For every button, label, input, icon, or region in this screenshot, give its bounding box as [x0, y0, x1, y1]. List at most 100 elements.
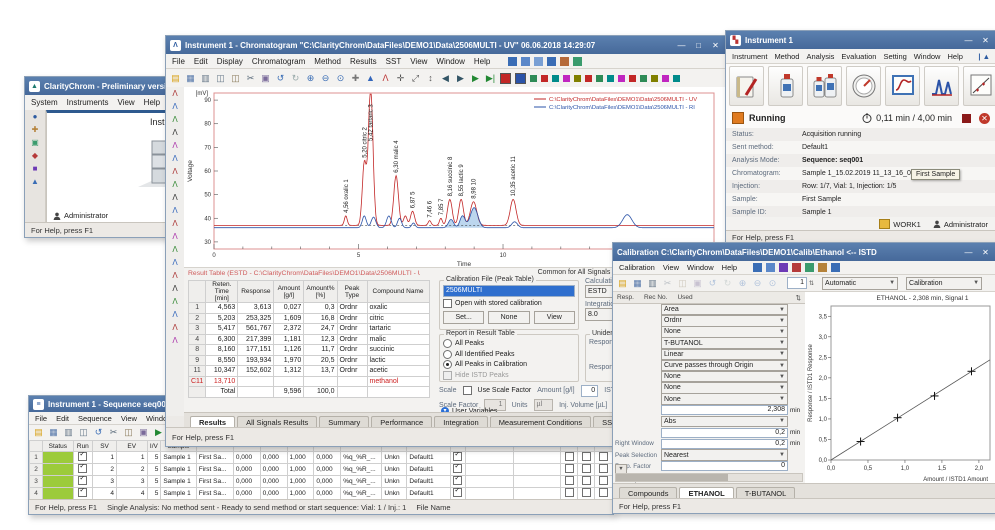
sequence-row[interactable]: 3335Sample 1First Sa...0,0000,0001,0000,… [30, 476, 613, 488]
menu-analysis[interactable]: Analysis [806, 52, 834, 61]
trace-color-swatch[interactable] [541, 75, 548, 82]
peak-tool-icon[interactable]: Λ [169, 127, 182, 139]
menu-method[interactable]: Method [314, 57, 341, 66]
minimize-button[interactable]: — [962, 248, 975, 257]
menu-view[interactable]: View [663, 263, 679, 272]
calibration-select[interactable]: Abs▼ [661, 416, 788, 428]
menu-window[interactable]: Window [436, 57, 464, 66]
export-icon[interactable] [547, 57, 556, 66]
peak-tool-icon[interactable]: Λ [169, 140, 182, 152]
undo-icon[interactable]: ↺ [706, 277, 719, 290]
result-row[interactable]: 35,417561,7672,37224,7Ordnrtartaric [189, 324, 430, 335]
trace-color-swatch[interactable] [629, 75, 636, 82]
undo-icon[interactable]: ↺ [92, 426, 105, 439]
peak-tool-icon[interactable]: Λ [169, 166, 182, 178]
calibration-icon[interactable] [963, 66, 995, 106]
calibration-select[interactable]: None▼ [661, 326, 788, 338]
menu-edit[interactable]: Edit [194, 57, 208, 66]
calibration-select[interactable]: None▼ [661, 393, 788, 405]
print-icon[interactable]: ▥ [646, 277, 659, 290]
project-indicator[interactable]: WORK1 [879, 219, 921, 229]
sequence-table[interactable]: StatusRunSVEVI/VSample1115Sample 1First … [29, 440, 613, 500]
menu-edit[interactable]: Edit [56, 414, 69, 423]
calibration-select[interactable]: Curve passes through Origin▼ [661, 360, 788, 372]
save-icon[interactable]: ▦ [184, 72, 197, 85]
sequence-column-header[interactable]: I/V [147, 441, 161, 452]
ri-signal-icon[interactable] [521, 57, 530, 66]
peak-tool-icon[interactable]: Λ [169, 192, 182, 204]
calibration-select[interactable]: Area▼ [661, 304, 788, 316]
sequence-column-header[interactable]: Run [73, 441, 92, 452]
instrument-title-bar[interactable]: ▚ Instrument 1 — ✕ [726, 31, 995, 49]
row-checkbox[interactable] [453, 452, 462, 461]
result-row[interactable]: 14,5633,6130,0270,3Ordnroxalic [189, 303, 430, 314]
result-row[interactable]: Total9,596100,0 [189, 387, 430, 398]
close-button[interactable]: ✕ [979, 36, 992, 45]
trace-color-swatch[interactable] [585, 75, 592, 82]
trace-color-swatch[interactable] [662, 75, 669, 82]
minimize-button[interactable]: — [962, 36, 975, 45]
tools-icon[interactable]: ◆ [29, 150, 42, 162]
copy-icon[interactable]: ◫ [122, 426, 135, 439]
calibration-input[interactable]: 2,308 [661, 405, 788, 415]
fit-icon[interactable]: ⤢ [409, 72, 422, 85]
menu-view[interactable]: View [121, 414, 137, 423]
maximize-button[interactable]: □ [692, 41, 705, 50]
peak-tool-icon[interactable]: Λ [169, 309, 182, 321]
calibration-input[interactable]: 0 [661, 461, 788, 471]
calibration-input[interactable]: 0,2 [661, 428, 788, 438]
sequence-row[interactable]: 2225Sample 1First Sa...0,0000,0001,0000,… [30, 464, 613, 476]
user-indicator[interactable]: Administrator [933, 220, 988, 229]
minimize-button[interactable]: — [675, 41, 688, 50]
menu-window[interactable]: Window [687, 263, 714, 272]
menu-system[interactable]: System [31, 98, 58, 107]
uv-signal-icon[interactable] [508, 57, 517, 66]
zoom-out-icon[interactable]: ⊖ [319, 72, 332, 85]
trace-color-swatch[interactable] [563, 75, 570, 82]
peak-tool-icon[interactable]: Λ [169, 114, 182, 126]
trace-color-swatch[interactable] [651, 75, 658, 82]
peak-tool-icon[interactable]: Λ [169, 179, 182, 191]
peak-tool-icon[interactable]: Λ [169, 296, 182, 308]
open-folder-icon[interactable]: ▤ [32, 426, 45, 439]
option-checkbox[interactable] [582, 464, 591, 473]
save-icon[interactable]: ▦ [47, 426, 60, 439]
hide-istd-checkbox[interactable] [443, 371, 452, 380]
menu-help[interactable]: Help [947, 52, 962, 61]
gear-icon[interactable]: ✚ [29, 124, 42, 136]
option-checkbox[interactable] [565, 488, 574, 497]
trace-color-swatch[interactable] [673, 75, 680, 82]
option-checkbox[interactable] [582, 476, 591, 485]
trace-color-swatch[interactable] [515, 73, 526, 84]
result-row[interactable]: 46,300217,3991,18112,3Ordnrmalic [189, 334, 430, 345]
open-folder-icon[interactable]: ▤ [169, 72, 182, 85]
mode-select[interactable]: Automatic▼ [822, 277, 898, 290]
zoom-reset-icon[interactable]: ⊙ [766, 277, 779, 290]
open-with-stored-row[interactable]: Open with stored calibration [443, 299, 575, 308]
chromatogram-chart[interactable]: 05101530405060708090[mV]Time[min]Voltage… [184, 87, 726, 267]
trace-color-swatch[interactable] [596, 75, 603, 82]
calibration-select[interactable]: None▼ [661, 371, 788, 383]
horizontal-scrollbar[interactable] [615, 473, 803, 482]
peak-tool-icon[interactable]: Λ [169, 218, 182, 230]
menu-method[interactable]: Method [774, 52, 799, 61]
menu-help[interactable]: Help [144, 98, 160, 107]
bottle-icon[interactable] [768, 66, 803, 106]
menu-file[interactable]: File [35, 414, 47, 423]
save-icon[interactable]: ▦ [631, 277, 644, 290]
next-icon[interactable]: ▶ [454, 72, 467, 85]
globe-icon[interactable]: ■ [29, 163, 42, 175]
calibration-title-bar[interactable]: Calibration C:\ClarityChrom\DataFiles\DE… [613, 243, 995, 261]
menu-evaluation[interactable]: Evaluation [841, 52, 876, 61]
print-icon[interactable]: ▥ [199, 72, 212, 85]
row-checkbox[interactable] [453, 488, 462, 497]
calibration-chart[interactable]: ETHANOL - 2,308 min, Signal 10,00,51,01,… [805, 292, 995, 484]
set-button[interactable]: Set... [443, 311, 484, 324]
result-row[interactable]: C1113,710methanol [189, 376, 430, 387]
chart-icon[interactable] [753, 263, 762, 272]
copy-icon[interactable]: ◫ [676, 277, 689, 290]
run-checkbox[interactable] [78, 452, 87, 461]
peak-tool-icon[interactable]: Λ [169, 322, 182, 334]
redo-icon[interactable]: ↻ [289, 72, 302, 85]
calibration-input[interactable]: 0,2 [661, 439, 788, 449]
